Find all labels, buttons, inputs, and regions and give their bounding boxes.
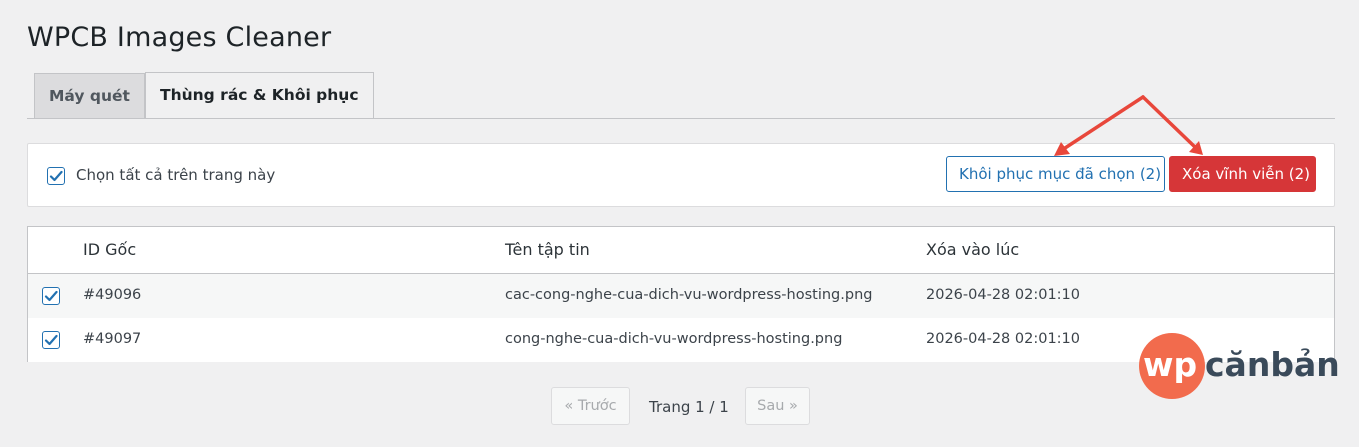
cell-filename: cac-cong-nghe-cua-dich-vu-wordpress-host…	[505, 287, 873, 303]
wpcanban-logo: wp cănbản	[1139, 333, 1340, 403]
row-checkbox[interactable]	[42, 331, 60, 349]
select-all-checkbox[interactable]	[47, 167, 65, 185]
cell-filename: cong-nghe-cua-dich-vu-wordpress-hosting.…	[505, 331, 843, 347]
logo-brand-text: cănbản	[1205, 345, 1340, 384]
table-header: ID Gốc Tên tập tin Xóa vào lúc	[28, 227, 1334, 274]
column-header-original-id: ID Gốc	[83, 240, 137, 259]
page-title: WPCB Images Cleaner	[27, 22, 332, 53]
row-checkbox[interactable]	[42, 287, 60, 305]
cell-original-id: #49097	[83, 331, 142, 347]
select-all-label: Chọn tất cả trên trang này	[76, 166, 276, 184]
next-page-button[interactable]: Sau »	[745, 387, 810, 425]
column-header-filename: Tên tập tin	[505, 240, 590, 259]
previous-page-button[interactable]: « Trước	[551, 387, 630, 425]
checkmark-icon	[44, 290, 58, 302]
cell-original-id: #49096	[83, 287, 142, 303]
tab-trash-restore[interactable]: Thùng rác & Khôi phục	[145, 72, 374, 118]
bulk-actions-bar: Chọn tất cả trên trang này Khôi phục mục…	[27, 143, 1335, 207]
page-indicator: Trang 1 / 1	[649, 398, 729, 416]
checkmark-icon	[44, 334, 58, 346]
cell-deleted-at: 2026-04-28 02:01:10	[926, 287, 1080, 303]
logo-wp-text: wp	[1143, 345, 1198, 384]
checkmark-icon	[49, 170, 63, 182]
table-row: #49096 cac-cong-nghe-cua-dich-vu-wordpre…	[28, 274, 1334, 318]
cell-deleted-at: 2026-04-28 02:01:10	[926, 331, 1080, 347]
delete-permanently-button[interactable]: Xóa vĩnh viễn (2)	[1169, 156, 1316, 192]
restore-selected-button[interactable]: Khôi phục mục đã chọn (2)	[946, 156, 1165, 192]
tab-scanner[interactable]: Máy quét	[34, 73, 145, 118]
column-header-deleted-at: Xóa vào lúc	[926, 240, 1020, 259]
tab-bar: Máy quét Thùng rác & Khôi phục	[27, 72, 1335, 119]
